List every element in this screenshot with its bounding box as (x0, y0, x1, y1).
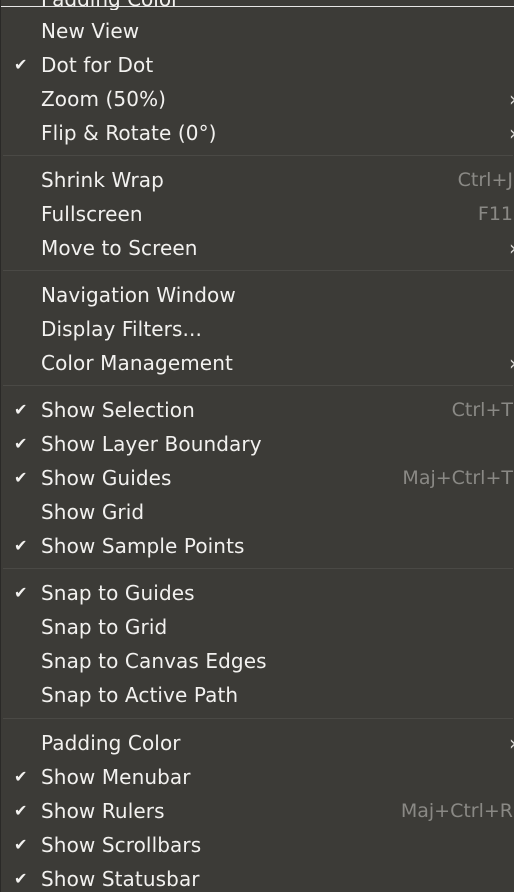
menu-item-snap-to-canvas-edges[interactable]: Snap to Canvas Edges (1, 644, 514, 678)
checkmark-icon: ✔ (14, 835, 28, 854)
menu-item-show-grid[interactable]: Show Grid (1, 495, 514, 529)
checkmark-icon: ✔ (14, 434, 28, 453)
menu-item-label: Fullscreen (41, 202, 143, 226)
shortcut-label: Maj+Ctrl+T (402, 467, 513, 489)
menu-item-snap-to-grid[interactable]: Snap to Grid (1, 610, 514, 644)
menu-item-label: Color Management (41, 351, 233, 375)
clipped-top-item-label: Padding Color (41, 0, 179, 10)
chevron-right-icon: › (509, 231, 514, 265)
menu-item-snap-to-guides[interactable]: ✔ Snap to Guides (1, 576, 514, 610)
chevron-right-icon: › (509, 346, 514, 380)
menu-separator (3, 385, 513, 386)
shortcut-label: Maj+Ctrl+R (400, 800, 513, 822)
menu-item-label: Flip & Rotate (0°) (41, 121, 217, 145)
menu-item-show-statusbar[interactable]: ✔ Show Statusbar (1, 862, 514, 892)
menu-item-label: Dot for Dot (41, 53, 154, 77)
menu-item-show-scrollbars[interactable]: ✔ Show Scrollbars (1, 828, 514, 862)
menu-item-zoom-50[interactable]: Zoom (50%) › (1, 82, 514, 116)
menu-item-label: Show Grid (41, 500, 145, 524)
menu-item-label: Snap to Grid (41, 615, 168, 639)
menu-item-new-view[interactable]: New View (1, 14, 514, 48)
menu-item-padding-color[interactable]: Padding Color › (1, 726, 514, 760)
menu-item-label: Show Statusbar (41, 867, 200, 891)
menu-item-label: Snap to Active Path (41, 683, 239, 707)
chevron-right-icon: › (509, 726, 514, 760)
menu-item-show-sample-points[interactable]: ✔ Show Sample Points (1, 529, 514, 563)
menu-item-shrink-wrap[interactable]: Shrink Wrap Ctrl+J (1, 163, 514, 197)
menu-item-show-layer-boundary[interactable]: ✔ Show Layer Boundary (1, 427, 514, 461)
shortcut-label: Ctrl+T (451, 399, 513, 421)
checkmark-icon: ✔ (14, 869, 28, 888)
chevron-right-icon: › (509, 116, 514, 150)
menu-item-label: New View (41, 19, 140, 43)
menu-item-label: Show Selection (41, 398, 195, 422)
menu-separator (3, 155, 513, 156)
menu-item-show-menubar[interactable]: ✔ Show Menubar (1, 760, 514, 794)
shortcut-label: F11 (477, 203, 513, 225)
menu-separator (3, 568, 513, 569)
menu-item-show-rulers[interactable]: ✔ Show Rulers Maj+Ctrl+R (1, 794, 514, 828)
chevron-right-icon: › (509, 82, 514, 116)
menu-item-label: Show Sample Points (41, 534, 245, 558)
menu-item-label: Zoom (50%) (41, 87, 167, 111)
menu-item-label: Padding Color (41, 731, 181, 755)
menu-item-label: Show Scrollbars (41, 833, 202, 857)
checkmark-icon: ✔ (14, 468, 28, 487)
menu-item-show-guides[interactable]: ✔ Show Guides Maj+Ctrl+T (1, 461, 514, 495)
clipped-top-item: Padding Color (1, 0, 514, 10)
menu-item-label: Show Rulers (41, 799, 165, 823)
menu-item-show-selection[interactable]: ✔ Show Selection Ctrl+T (1, 393, 514, 427)
menu-item-label: Navigation Window (41, 283, 236, 307)
checkmark-icon: ✔ (14, 55, 28, 74)
checkmark-icon: ✔ (14, 400, 28, 419)
menu-item-label: Display Filters... (41, 317, 202, 341)
checkmark-icon: ✔ (14, 767, 28, 786)
checkmark-icon: ✔ (14, 536, 28, 555)
menu-item-label: Show Layer Boundary (41, 432, 262, 456)
view-menu: Padding Color New View ✔ Dot for Dot Zoom (… (0, 0, 514, 892)
menu-item-label: Snap to Canvas Edges (41, 649, 267, 673)
menu-item-label: Snap to Guides (41, 581, 195, 605)
menu-item-label: Show Guides (41, 466, 172, 490)
menu-item-fullscreen[interactable]: Fullscreen F11 (1, 197, 514, 231)
checkmark-icon: ✔ (14, 801, 28, 820)
menu-item-label: Shrink Wrap (41, 168, 164, 192)
shortcut-label: Ctrl+J (457, 169, 513, 191)
checkmark-icon: ✔ (14, 583, 28, 602)
menu-item-dot-for-dot[interactable]: ✔ Dot for Dot (1, 48, 514, 82)
menu-separator (3, 270, 513, 271)
menu-item-display-filters[interactable]: Display Filters... (1, 312, 514, 346)
menu-item-label: Move to Screen (41, 236, 198, 260)
menu-separator (3, 718, 513, 719)
menu-item-navigation-window[interactable]: Navigation Window (1, 278, 514, 312)
menu-item-snap-to-active-path[interactable]: Snap to Active Path (1, 678, 514, 712)
menu-item-label: Show Menubar (41, 765, 191, 789)
menu-item-color-management[interactable]: Color Management › (1, 346, 514, 380)
menu-top-border (1, 6, 514, 7)
menu-item-flip-rotate-0[interactable]: Flip & Rotate (0°) › (1, 116, 514, 150)
menu-item-move-to-screen[interactable]: Move to Screen › (1, 231, 514, 265)
